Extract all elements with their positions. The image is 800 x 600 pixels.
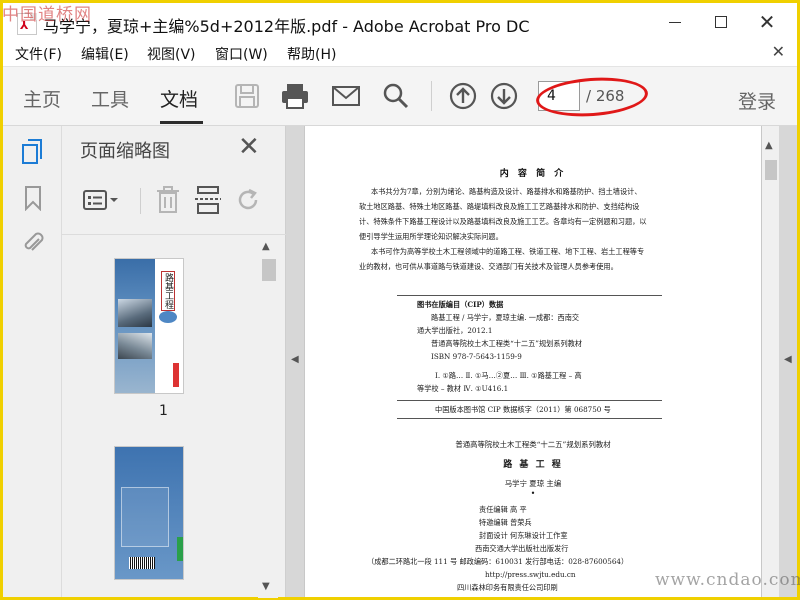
panel-title: 页面缩略图	[80, 141, 170, 162]
editors: 马学宁 夏琼 主编	[504, 479, 562, 488]
close-window-button[interactable]: ✕	[747, 7, 787, 37]
summary-line: 计、特殊条件下路基工程设计以及路基填料改良及施工工艺。各章均有一定例题和习题，以	[359, 217, 647, 226]
collapse-right-panel-icon[interactable]: ◀	[784, 354, 792, 365]
thumbnails-scrollbar[interactable]: ▲ ▼	[258, 235, 278, 598]
menu-edit[interactable]: 编辑(E)	[81, 44, 129, 64]
document-scrollbar[interactable]: ▲	[762, 126, 779, 597]
close-document-icon[interactable]: ✕	[772, 42, 785, 61]
next-page-icon[interactable]	[487, 79, 521, 113]
bookmarks-icon[interactable]	[20, 184, 46, 212]
menu-window[interactable]: 窗口(W)	[215, 44, 268, 64]
tab-home[interactable]: 主页	[23, 85, 61, 112]
title-bar: ⅄ 马学宁，夏琼+主编%5d+2012年版.pdf - Adobe Acroba…	[3, 3, 797, 41]
scroll-down-icon[interactable]: ▼	[262, 581, 270, 592]
scrollbar-thumb[interactable]	[262, 259, 276, 281]
bullet: •	[530, 489, 536, 498]
toolbar-divider	[431, 81, 432, 111]
watermark-bottom-right: www.cndao.com	[655, 570, 800, 590]
scroll-up-icon[interactable]: ▲	[262, 241, 270, 252]
insert-page-icon[interactable]	[192, 184, 224, 216]
tab-tools[interactable]: 工具	[91, 85, 129, 112]
cip-bottom-rule	[397, 418, 662, 419]
cip-middle-rule	[397, 400, 662, 401]
save-icon[interactable]	[230, 79, 264, 113]
series-title: 普通高等院校土木工程类“十二五”规划系列教材	[455, 440, 611, 449]
previous-page-icon[interactable]	[446, 79, 480, 113]
summary-line: 本书共分为7章，分别为绪论、路基构造及设计、路基排水和路基防护、挡土墙设计、	[371, 187, 642, 196]
search-icon[interactable]	[379, 79, 413, 113]
rotate-page-icon[interactable]	[232, 184, 264, 216]
summary-line: 业的教材，也可供从事道路与铁道建设、交通部门有关技术及管理人员参考使用。	[359, 262, 618, 271]
thumbnail-options-icon[interactable]	[80, 184, 124, 216]
page-thumbnails-icon[interactable]	[20, 138, 46, 166]
cip-line: ISBN 978-7-5643-1159-9	[431, 352, 522, 361]
summary-line: 本书可作为高等学校土木工程领域中的道路工程、铁道工程、地下工程、岩土工程等专	[371, 247, 645, 256]
summary-line: 便引导学生运用所学理论知识解决实际问题。	[359, 232, 503, 241]
tab-document[interactable]: 文档	[160, 85, 198, 112]
active-tab-indicator	[160, 121, 203, 124]
pdf-page: 内 容 简 介 本书共分为7章，分别为绪论、路基构造及设计、路基排水和路基防护、…	[304, 126, 762, 597]
menu-view[interactable]: 视图(V)	[147, 44, 196, 64]
collapse-left-panel-icon[interactable]: ◀	[291, 354, 299, 365]
menu-help[interactable]: 帮助(H)	[287, 44, 336, 64]
publisher-line: 四川森林印务有限责任公司印刷	[457, 583, 558, 592]
watermark-top: 中国道桥网	[2, 5, 92, 25]
doc-scroll-up-icon[interactable]: ▲	[765, 140, 773, 151]
navigation-rail	[3, 126, 62, 597]
print-icon[interactable]	[278, 79, 312, 113]
panel-toolbar-divider	[140, 188, 141, 214]
cover-title: 路基工程	[163, 273, 173, 309]
cip-top-rule	[397, 295, 662, 296]
login-link[interactable]: 登录	[738, 87, 776, 114]
summary-heading: 内 容 简 介	[499, 169, 567, 179]
email-icon[interactable]	[329, 79, 363, 113]
page-thumbnail-2[interactable]	[114, 446, 184, 580]
document-viewer: ◀ 内 容 简 介 本书共分为7章，分别为绪论、路基构造及设计、路基排水和路基防…	[286, 126, 797, 597]
main-toolbar: 主页 工具 文档 4 / 268 登录	[3, 66, 797, 126]
cip-number: 中国版本图书馆 CIP 数据核字（2011）第 068750 号	[435, 405, 611, 414]
panel-toolbar	[62, 176, 286, 226]
window-title: 马学宁，夏琼+主编%5d+2012年版.pdf - Adobe Acrobat …	[43, 17, 530, 36]
barcode	[129, 557, 155, 569]
maximize-button[interactable]	[701, 7, 741, 37]
summary-line: 软土地区路基、特殊土地区路基、路堤填料改良及施工工艺路基排水和防护、支挡结构设	[359, 202, 640, 211]
cover-photo	[118, 299, 152, 327]
minimize-button[interactable]	[655, 7, 695, 37]
attachments-icon[interactable]	[20, 228, 46, 256]
menu-file[interactable]: 文件(F)	[15, 44, 62, 64]
delete-page-icon[interactable]	[152, 184, 184, 216]
close-panel-icon[interactable]: ✕	[238, 132, 260, 162]
page-thumbnail-1[interactable]: 路基工程	[114, 258, 184, 394]
thumbnail-page-label: 1	[159, 403, 168, 419]
cip-line: 等学校 – 教材 Ⅳ. ①U416.1	[417, 384, 509, 393]
book-title: 路 基 工 程	[503, 460, 563, 470]
cover-photo	[118, 333, 152, 359]
menu-bar: 文件(F) 编辑(E) 视图(V) 窗口(W) 帮助(H) ✕	[3, 41, 797, 66]
doc-scrollbar-thumb[interactable]	[765, 160, 777, 180]
